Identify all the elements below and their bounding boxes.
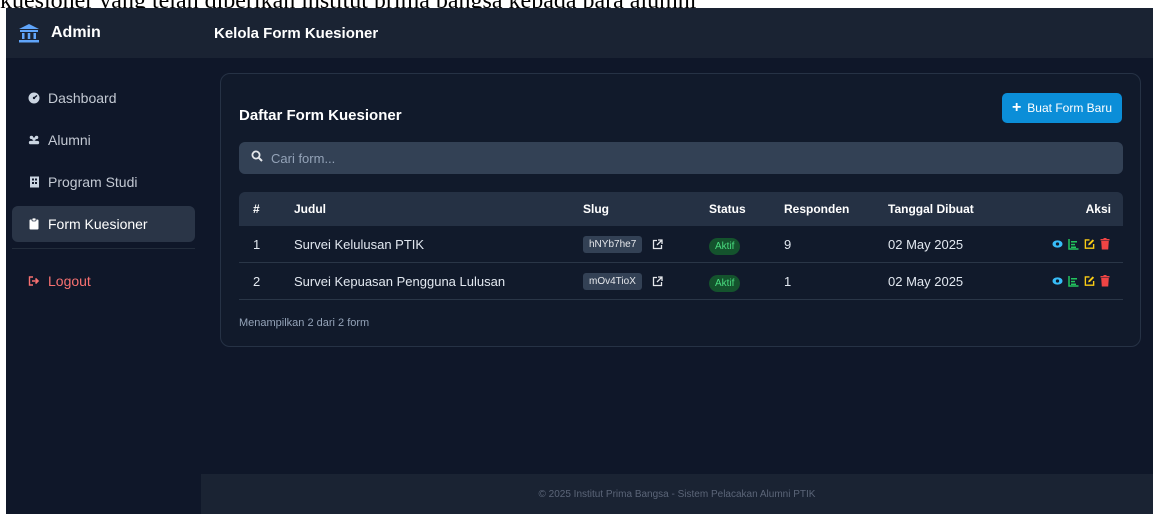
table-header: # Judul Slug Status Responden Tanggal Di… <box>239 192 1123 226</box>
slug-pill: mOv4TioX <box>583 272 642 290</box>
col-header-num: # <box>253 202 260 216</box>
external-link-icon[interactable] <box>652 275 663 287</box>
sidebar-item-label: Dashboard <box>48 90 117 106</box>
sidebar-item-label: Form Kuesioner <box>48 216 148 232</box>
delete-icon[interactable] <box>1100 238 1111 250</box>
chart-icon[interactable] <box>1068 238 1079 250</box>
sidebar-item-form-kuesioner[interactable]: Form Kuesioner <box>12 206 195 242</box>
chart-icon[interactable] <box>1068 275 1079 287</box>
logout-icon <box>28 275 40 287</box>
card-title: Daftar Form Kuesioner <box>239 107 402 124</box>
footer: © 2025 Institut Prima Bangsa - Sistem Pe… <box>201 474 1153 514</box>
clipboard-icon <box>28 218 40 230</box>
edit-icon[interactable] <box>1084 275 1095 287</box>
row-actions <box>1038 238 1123 250</box>
main-area: Kelola Form Kuesioner Daftar Form Kuesio… <box>201 8 1153 514</box>
col-header-slug: Slug <box>583 202 609 216</box>
table-row: 1 Survei Kelulusan PTIK hNYb7he7 Aktif 9 <box>239 226 1123 263</box>
create-form-label: Buat Form Baru <box>1027 101 1112 115</box>
view-icon[interactable] <box>1052 238 1063 250</box>
brand-title: Admin <box>51 24 101 41</box>
page-title: Kelola Form Kuesioner <box>214 24 379 42</box>
status-badge: Aktif <box>709 237 741 255</box>
row-judul: Survei Kelulusan PTIK <box>294 236 425 252</box>
row-num: 2 <box>253 273 261 289</box>
table-summary: Menampilkan 2 dari 2 form <box>239 317 370 329</box>
col-header-responden: Responden <box>784 202 850 216</box>
status-badge: Aktif <box>709 274 741 292</box>
view-icon[interactable] <box>1052 275 1063 287</box>
external-link-icon[interactable] <box>652 238 663 250</box>
logout-label: Logout <box>48 273 91 289</box>
edit-icon[interactable] <box>1084 238 1095 250</box>
table-row: 2 Survei Kepuasan Pengguna Lulusan mOv4T… <box>239 263 1123 300</box>
sidebar-divider <box>12 248 195 249</box>
search-box[interactable] <box>239 142 1123 174</box>
row-judul: Survei Kepuasan Pengguna Lulusan <box>294 273 506 289</box>
search-icon <box>251 149 263 167</box>
sidebar-item-label: Program Studi <box>48 174 138 190</box>
sidebar-nav: Dashboard Alumni Program Studi Form Kues… <box>6 58 201 305</box>
row-responden: 1 <box>784 273 792 289</box>
row-slug: mOv4TioX <box>583 272 709 290</box>
sidebar-item-alumni[interactable]: Alumni <box>12 122 195 158</box>
form-table: # Judul Slug Status Responden Tanggal Di… <box>239 192 1123 300</box>
row-actions <box>1038 275 1123 287</box>
create-form-button[interactable]: + Buat Form Baru <box>1001 93 1122 123</box>
row-slug: hNYb7he7 <box>583 235 709 253</box>
form-list-card: Daftar Form Kuesioner + Buat Form Baru #… <box>220 73 1141 347</box>
sidebar-item-dashboard[interactable]: Dashboard <box>12 80 195 116</box>
row-responden: 9 <box>784 236 792 252</box>
topbar: Kelola Form Kuesioner <box>201 8 1153 58</box>
dashboard-icon <box>28 92 40 104</box>
slug-pill: hNYb7he7 <box>583 235 643 253</box>
row-num: 1 <box>253 236 261 252</box>
admin-app: Admin Dashboard Alumni Program Studi For… <box>6 8 1153 514</box>
sidebar-item-label: Alumni <box>48 132 91 148</box>
building-icon <box>28 176 40 188</box>
users-icon <box>28 134 40 146</box>
content: Daftar Form Kuesioner + Buat Form Baru #… <box>201 58 1153 514</box>
row-tanggal: 02 May 2025 <box>888 273 964 289</box>
university-icon <box>18 23 40 43</box>
row-status: Aktif <box>709 274 784 292</box>
sidebar-item-program-studi[interactable]: Program Studi <box>12 164 195 200</box>
plus-icon: + <box>1011 99 1022 116</box>
col-header-judul: Judul <box>294 202 326 216</box>
logout-button[interactable]: Logout <box>12 263 195 299</box>
search-input[interactable] <box>271 150 1071 166</box>
row-status: Aktif <box>709 237 784 255</box>
delete-icon[interactable] <box>1100 275 1111 287</box>
col-header-aksi: Aksi <box>1085 202 1111 216</box>
col-header-tanggal: Tanggal Dibuat <box>888 202 974 216</box>
row-tanggal: 02 May 2025 <box>888 236 964 252</box>
page-caption: kuesioner yang telah diberikan institut … <box>0 0 1153 8</box>
sidebar: Admin Dashboard Alumni Program Studi For… <box>6 8 201 514</box>
brand: Admin <box>6 8 201 58</box>
col-header-status: Status <box>709 202 746 216</box>
footer-text: © 2025 Institut Prima Bangsa - Sistem Pe… <box>538 488 816 500</box>
